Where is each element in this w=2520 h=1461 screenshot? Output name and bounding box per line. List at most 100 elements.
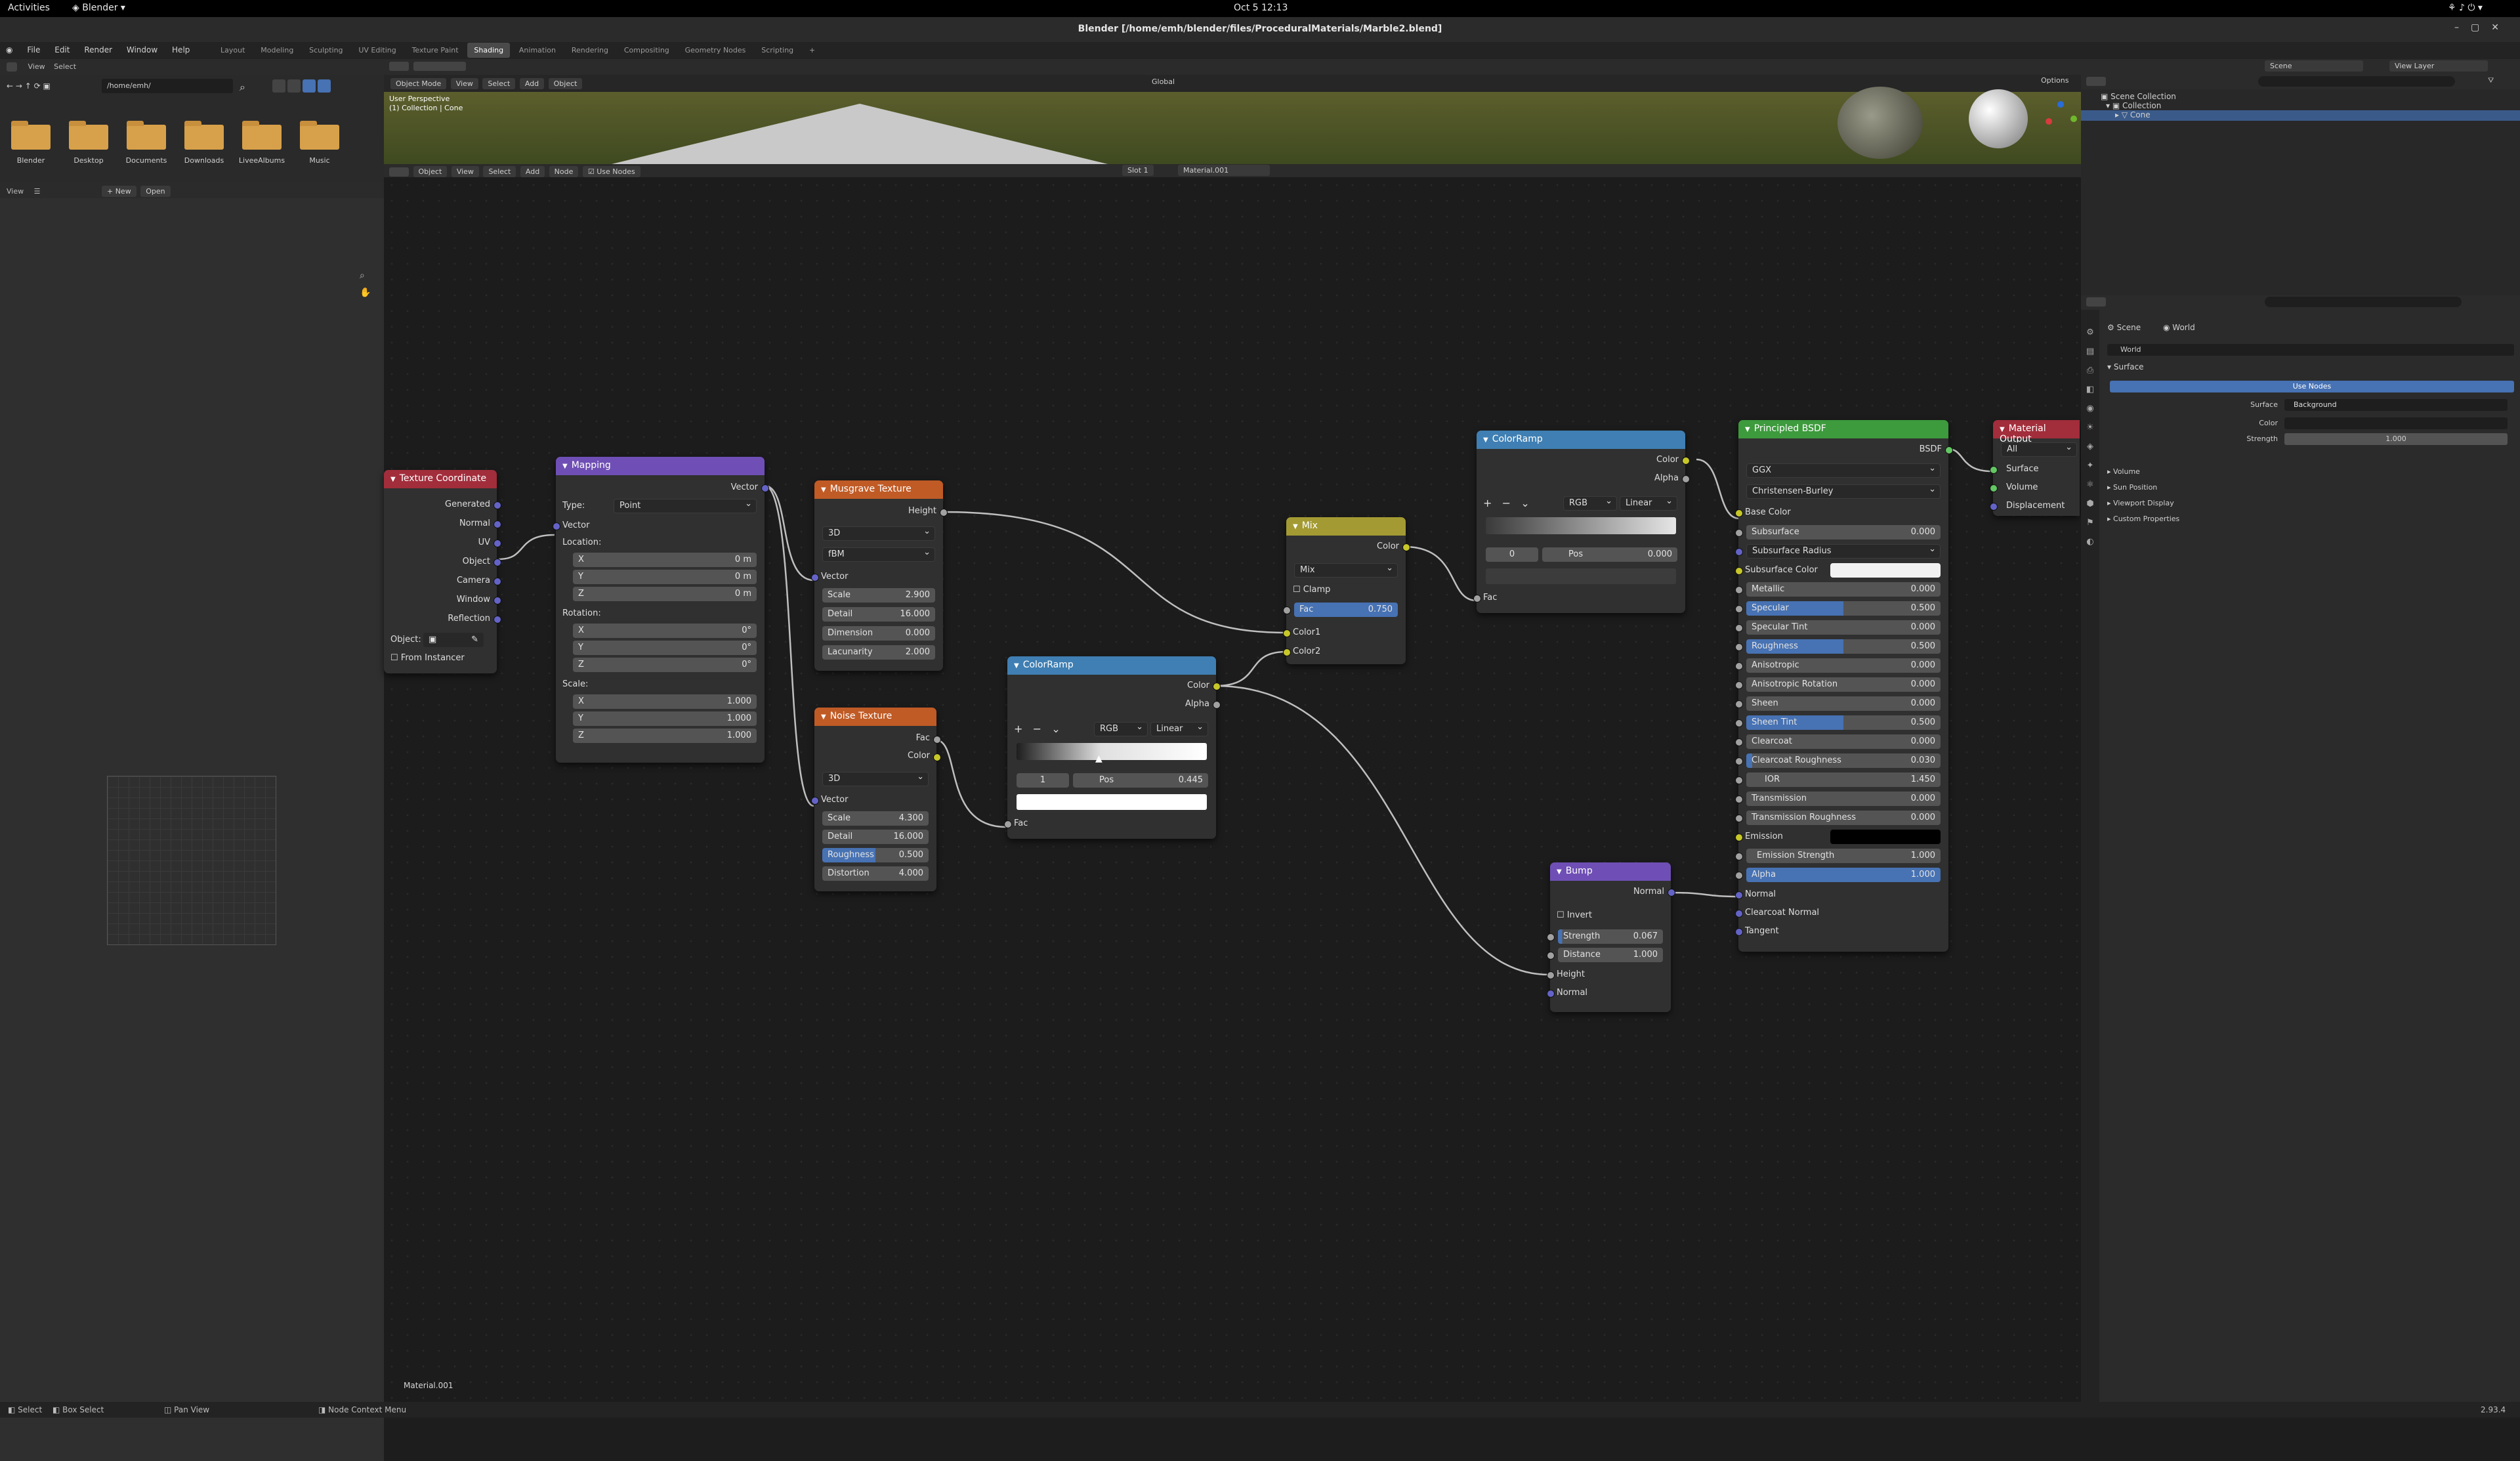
socket[interactable] xyxy=(1735,815,1743,822)
socket[interactable] xyxy=(1735,853,1743,860)
vp-menu-view[interactable]: View xyxy=(450,78,478,89)
socket[interactable] xyxy=(1735,891,1743,899)
socket[interactable] xyxy=(1735,624,1743,632)
folder-label[interactable]: Desktop xyxy=(62,156,115,165)
node-noise-texture[interactable]: ▼Noise Texture Fac Color 3D Vector Scale… xyxy=(811,708,941,891)
collapse-icon[interactable]: ▼ xyxy=(2000,426,2005,433)
folder-label[interactable]: Blender xyxy=(5,156,57,165)
fb-menu-view[interactable]: View xyxy=(28,62,45,71)
socket[interactable] xyxy=(1990,503,1998,511)
editor-type-icon[interactable] xyxy=(389,62,409,71)
node-header[interactable]: ▼ ColorRamp xyxy=(1477,431,1685,449)
socket[interactable] xyxy=(1735,529,1743,537)
image-editor-canvas[interactable]: ⌕ ✋ xyxy=(0,198,384,1461)
fac-field[interactable]: Fac 0.750 xyxy=(1294,603,1398,617)
node-header[interactable]: ▼ Mapping xyxy=(556,457,765,475)
node-bump[interactable]: ▼ Bump Normal ☐ Invert Strength 0.067 Dist… xyxy=(1547,862,1675,1012)
slot-dropdown[interactable]: Slot 1 xyxy=(1122,165,1154,176)
world-color-swatch[interactable] xyxy=(2284,417,2508,429)
property-tab-icons[interactable]: ⚙ ▤ ⎙ ◧ ◉ ☀ ◈ ✦ ⚛ ⬢ ⚑ ◐ xyxy=(2081,310,2099,551)
socket[interactable] xyxy=(940,509,948,517)
collapse-icon[interactable]: ▼ xyxy=(1483,436,1488,444)
scale-field[interactable]: Scale 4.300 xyxy=(822,811,929,826)
zoom-icon[interactable]: ⌕ xyxy=(360,270,365,281)
node-principled-bsdf[interactable]: ▼Principled BSDF BSDF GGX Christensen-Bu… xyxy=(1735,420,1953,952)
anisotropic-field[interactable]: Anisotropic 0.000 xyxy=(1746,658,1941,673)
socket[interactable] xyxy=(1213,683,1221,690)
socket[interactable] xyxy=(494,520,501,528)
menu-file[interactable]: File xyxy=(21,42,46,58)
folder-label[interactable]: Documents xyxy=(120,156,173,165)
new-image-button[interactable]: + New xyxy=(101,186,136,197)
tool-icons[interactable] xyxy=(413,62,466,71)
socket[interactable] xyxy=(1547,971,1555,979)
viewport-scene[interactable]: User Perspective (1) Collection | Cone xyxy=(384,87,2081,164)
scale-field[interactable]: Scale 2.900 xyxy=(822,588,935,603)
folder-icon[interactable] xyxy=(184,121,224,150)
node-editor-canvas[interactable]: ▼ Texture Coordinate Generated Normal UV … xyxy=(384,177,2081,1402)
socket[interactable] xyxy=(1735,509,1743,517)
world-name-field[interactable]: World xyxy=(2107,344,2514,356)
socket[interactable] xyxy=(1990,466,1998,474)
dimension-dropdown[interactable]: 3D xyxy=(822,525,935,541)
stop-index-field[interactable]: 0 xyxy=(1486,547,1538,562)
dimension-field[interactable]: Dimension 0.000 xyxy=(822,626,935,641)
socket[interactable] xyxy=(494,501,501,509)
folder-label[interactable]: LiveeAlbums xyxy=(236,156,288,165)
tray-icons[interactable]: ⚘ ♪ ⏻ ▾ xyxy=(2448,3,2483,13)
from-instancer-checkbox[interactable]: ☐ From Instancer xyxy=(390,651,490,666)
clock[interactable]: Oct 5 12:13 xyxy=(1234,3,1288,13)
socket[interactable] xyxy=(761,484,769,492)
socket[interactable] xyxy=(1735,738,1743,746)
list-icon[interactable]: ☰ xyxy=(34,187,41,196)
ie-menu-view[interactable]: View xyxy=(7,187,24,196)
node-colorramp[interactable]: ▼ColorRamp Color Alpha + − ⌄ RGB Linear … xyxy=(1473,431,1690,613)
node-mix[interactable]: ▼Mix Color Mix ☐ Clamp Fac0.750 Color1 C… xyxy=(1283,517,1410,664)
node-header[interactable]: ▼ Mix xyxy=(1286,517,1406,536)
tab-layout[interactable]: Layout xyxy=(214,43,251,58)
scale-y-field[interactable]: Y 1.000 xyxy=(573,711,757,726)
breadcrumb-scene[interactable]: ⚙ Scene xyxy=(2107,323,2141,332)
socket[interactable] xyxy=(494,578,501,585)
search-icon[interactable]: ⌕ xyxy=(240,81,245,94)
socket[interactable] xyxy=(1945,446,1953,454)
socket[interactable] xyxy=(1735,776,1743,784)
menu-render[interactable]: Render xyxy=(78,42,118,58)
specular-tint-field[interactable]: Specular Tint 0.000 xyxy=(1746,620,1941,635)
target-dropdown[interactable]: All xyxy=(2001,441,2077,457)
specular-field[interactable]: Specular 0.500 xyxy=(1746,601,1941,616)
socket[interactable] xyxy=(811,574,819,582)
socket[interactable] xyxy=(1004,820,1012,828)
folder-icon[interactable] xyxy=(127,121,166,150)
strength-field[interactable]: 1.000 xyxy=(2284,433,2508,445)
stop-pos-field[interactable]: Pos 0.445 xyxy=(1073,773,1208,788)
vp-menu-select[interactable]: Select xyxy=(482,78,516,89)
subsurface-field[interactable]: Subsurface 0.000 xyxy=(1746,525,1941,540)
socket[interactable] xyxy=(1682,475,1690,483)
metallic-field[interactable]: Metallic 0.000 xyxy=(1746,582,1941,597)
collapse-icon[interactable]: ▼ xyxy=(1745,426,1750,433)
tab-compositing[interactable]: Compositing xyxy=(618,43,676,58)
ne-menu-view[interactable]: View xyxy=(451,166,479,177)
node-texture-coordinate[interactable]: ▼ Texture Coordinate Generated Normal UV … xyxy=(384,470,501,673)
folder-icon[interactable] xyxy=(300,121,339,150)
collapse-icon[interactable]: ▼ xyxy=(1293,523,1298,530)
stop-color-swatch[interactable] xyxy=(1017,794,1207,810)
socket[interactable] xyxy=(811,797,819,805)
musgrave-type-dropdown[interactable]: fBM xyxy=(822,546,935,562)
socket[interactable] xyxy=(1283,648,1291,656)
sheen-tint-field[interactable]: Sheen Tint 0.500 xyxy=(1746,715,1941,730)
stop-color-swatch[interactable] xyxy=(1486,568,1676,584)
socket[interactable] xyxy=(1682,457,1690,465)
anisotropic-rotation-field[interactable]: Anisotropic Rotation 0.000 xyxy=(1746,677,1941,692)
socket[interactable] xyxy=(1213,701,1221,709)
socket[interactable] xyxy=(1735,928,1743,936)
socket[interactable] xyxy=(1735,700,1743,708)
menu-edit[interactable]: Edit xyxy=(49,42,75,58)
lacunarity-field[interactable]: Lacunarity 2.000 xyxy=(822,645,935,660)
navigation-gizmo[interactable] xyxy=(2038,95,2077,134)
socket[interactable] xyxy=(494,559,501,566)
roughness-field[interactable]: Roughness 0.500 xyxy=(822,848,929,862)
node-musgrave-texture[interactable]: ▼Musgrave Texture Height 3D fBM Vector S… xyxy=(811,480,948,671)
collapse-icon[interactable]: ▼ xyxy=(821,713,826,721)
